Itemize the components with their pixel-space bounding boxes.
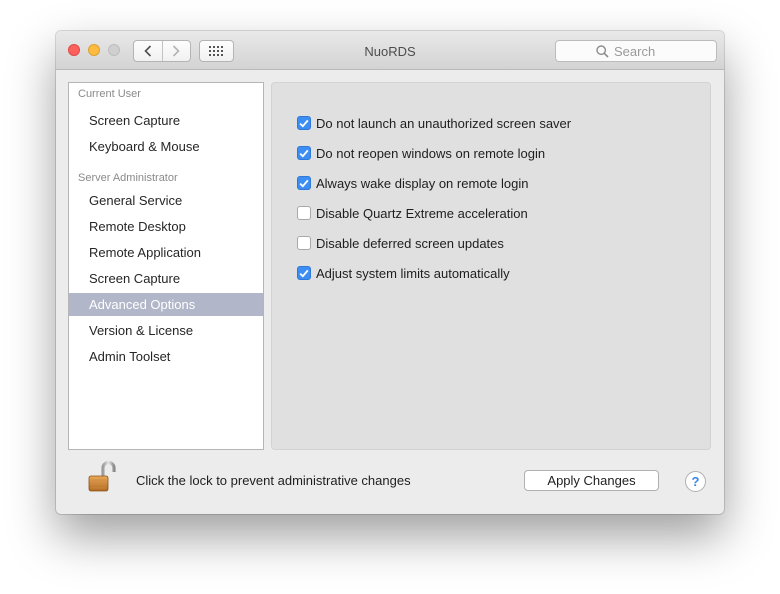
forward-button[interactable] — [161, 41, 191, 61]
checkbox[interactable] — [297, 176, 311, 190]
checkmark-icon — [299, 179, 309, 188]
checkbox[interactable] — [297, 236, 311, 250]
search-field[interactable]: Search — [555, 40, 717, 62]
sidebar-item-keyboard-mouse[interactable]: Keyboard & Mouse — [69, 135, 263, 158]
sidebar: Current User Screen Capture Keyboard & M… — [68, 82, 264, 450]
option-label: Do not launch an unauthorized screen sav… — [316, 115, 572, 131]
checkmark-icon — [299, 119, 309, 128]
back-button[interactable] — [134, 41, 162, 61]
sidebar-item-user-screen-capture[interactable]: Screen Capture — [69, 109, 263, 132]
grid-icon — [209, 46, 223, 56]
checkbox[interactable] — [297, 206, 311, 220]
title-bar[interactable]: NuoRDS Search — [56, 31, 724, 70]
section-header-current-user: Current User — [78, 88, 141, 100]
forward-chevron-icon — [173, 45, 180, 57]
sidebar-item-advanced-options[interactable]: Advanced Options — [69, 293, 263, 316]
checkbox[interactable] — [297, 266, 311, 280]
option-label: Adjust system limits automatically — [316, 265, 510, 281]
sidebar-item-server-screen-capture[interactable]: Screen Capture — [69, 267, 263, 290]
section-header-server-administrator: Server Administrator — [78, 172, 178, 184]
back-chevron-icon — [144, 45, 151, 57]
option-label: Always wake display on remote login — [316, 175, 529, 191]
sidebar-item-remote-desktop[interactable]: Remote Desktop — [69, 215, 263, 238]
option-label: Do not reopen windows on remote login — [316, 145, 546, 161]
minimize-button[interactable] — [88, 44, 100, 56]
navigation-buttons — [133, 40, 191, 62]
apply-changes-button[interactable]: Apply Changes — [524, 470, 659, 491]
option-no-reopen-windows[interactable]: Do not reopen windows on remote login — [297, 145, 545, 161]
lock-message: Click the lock to prevent administrative… — [136, 473, 411, 488]
advanced-options-panel: Do not launch an unauthorized screen sav… — [271, 82, 711, 450]
sidebar-item-version-license[interactable]: Version & License — [69, 319, 263, 342]
padlock-icon — [88, 460, 116, 492]
option-disable-quartz-extreme[interactable]: Disable Quartz Extreme acceleration — [297, 205, 528, 221]
show-all-button[interactable] — [199, 40, 234, 62]
checkmark-icon — [299, 149, 309, 158]
sidebar-item-remote-application[interactable]: Remote Application — [69, 241, 263, 264]
sidebar-item-admin-toolset[interactable]: Admin Toolset — [69, 345, 263, 368]
checkbox[interactable] — [297, 116, 311, 130]
help-button[interactable]: ? — [685, 471, 706, 492]
option-disable-deferred-updates[interactable]: Disable deferred screen updates — [297, 235, 504, 251]
close-button[interactable] — [68, 44, 80, 56]
option-adjust-system-limits[interactable]: Adjust system limits automatically — [297, 265, 510, 281]
option-label: Disable Quartz Extreme acceleration — [316, 205, 528, 221]
checkbox[interactable] — [297, 146, 311, 160]
search-icon — [596, 44, 609, 58]
search-placeholder: Search — [614, 43, 656, 59]
checkmark-icon — [299, 269, 309, 278]
option-no-unauthorized-screensaver[interactable]: Do not launch an unauthorized screen sav… — [297, 115, 571, 131]
zoom-button[interactable] — [108, 44, 120, 56]
option-label: Disable deferred screen updates — [316, 235, 504, 251]
lock-button[interactable] — [86, 460, 120, 493]
preferences-window: NuoRDS Search Current User Screen Captur… — [56, 31, 724, 514]
sidebar-item-general-service[interactable]: General Service — [69, 189, 263, 212]
option-always-wake-display[interactable]: Always wake display on remote login — [297, 175, 528, 191]
